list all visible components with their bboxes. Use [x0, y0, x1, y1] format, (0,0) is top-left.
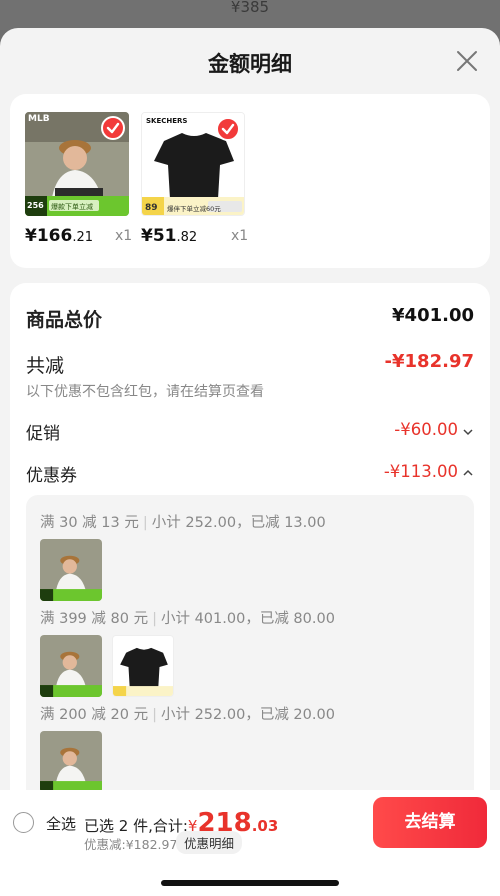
promo-row[interactable]: 促销 -¥60.00 — [10, 413, 490, 445]
total-amount-decimal: .03 — [251, 817, 279, 835]
total-reduce-label: 共减 — [26, 355, 65, 377]
price-decimal: .21 — [72, 230, 94, 245]
coupon-rule-detail: 小计 252.00，已减 20.00 — [160, 707, 335, 723]
separator: | — [152, 707, 157, 723]
product-image: MLB 256 爆款下单立减 — [25, 112, 129, 216]
price-integer: ¥166 — [25, 226, 73, 246]
total-reduce-value: -¥182.97 — [384, 351, 474, 372]
product-image: SKECHERS 89 爆伴下单立减60元 — [141, 112, 245, 216]
product-quantity: x1 — [115, 228, 133, 244]
background-price: ¥385 — [0, 0, 500, 30]
total-price-value: ¥401.00 — [392, 305, 474, 326]
coupon-rule-title: 满 200 减 20 元 — [40, 707, 149, 723]
coupon-rule-title: 满 30 减 13 元 — [40, 515, 139, 531]
coupon-rule-title: 满 399 减 80 元 — [40, 611, 149, 627]
close-icon — [457, 51, 477, 71]
coupon-rule: 满 30 减 13 元 | 小计 252.00，已减 13.00 — [40, 511, 326, 532]
coupon-rule: 满 399 减 80 元 | 小计 401.00，已减 80.00 — [40, 607, 335, 628]
coupon-product-thumb — [40, 539, 102, 601]
checkmark-icon — [106, 122, 120, 134]
coupon-product-thumb — [40, 731, 102, 793]
amount-detail-sheet: 金额明细 MLB 256 爆款下单立减 ¥166.21 x1 SKECHERS … — [0, 28, 500, 896]
coupon-rule: 满 200 减 20 元 | 小计 252.00，已减 20.00 — [40, 703, 335, 724]
total-price-label: 商品总价 — [26, 309, 103, 331]
selected-count-text: 已选 2 件,合计: — [84, 817, 188, 835]
background-price-text: ¥385 — [230, 0, 270, 16]
price-decimal: .82 — [176, 230, 198, 245]
product-item[interactable]: SKECHERS 89 爆伴下单立减60元 ¥51.82 x1 — [141, 112, 251, 246]
close-button[interactable] — [452, 46, 482, 76]
coupon-rule-detail: 小计 252.00，已减 13.00 — [151, 515, 326, 531]
thumb-photo-mlb — [40, 539, 102, 601]
products-card: MLB 256 爆款下单立减 ¥166.21 x1 SKECHERS 89 爆伴… — [10, 94, 490, 268]
coupon-value: -¥113.00 — [383, 462, 458, 481]
discount-summary: 优惠减:¥182.97 — [84, 837, 178, 852]
brand-logo: SKECHERS — [146, 117, 188, 125]
chevron-up-icon — [463, 469, 473, 476]
checkout-bar: 全选 已选 2 件,合计:¥218.03 优惠减:¥182.97 优惠明细 去结… — [0, 790, 500, 896]
separator: | — [152, 611, 157, 627]
product-promo: 爆款下单立减 — [51, 203, 93, 211]
product-price-row: ¥51.82 x1 — [141, 226, 251, 250]
coupon-product-thumb — [112, 635, 174, 697]
sheet-title: 金额明细 — [208, 52, 292, 76]
product-promo: 爆伴下单立减60元 — [167, 205, 221, 213]
coupon-rule-detail: 小计 401.00，已减 80.00 — [160, 611, 335, 627]
discount-detail-button[interactable]: 优惠明细 — [176, 831, 243, 854]
thumb-photo-mlb — [40, 731, 102, 793]
thumb-photo-skechers — [113, 636, 173, 696]
product-price: ¥51.82 — [141, 226, 197, 246]
promo-label: 促销 — [26, 424, 60, 444]
product-badge: 89 — [145, 203, 158, 213]
product-item[interactable]: MLB 256 爆款下单立减 ¥166.21 x1 — [25, 112, 135, 246]
coupon-product-thumb — [40, 635, 102, 697]
product-price-row: ¥166.21 x1 — [25, 226, 135, 250]
brand-logo: MLB — [28, 114, 50, 124]
selected-check-badge — [216, 117, 240, 141]
checkout-button[interactable]: 去结算 — [373, 797, 487, 848]
home-indicator — [161, 880, 339, 886]
product-badge: 256 — [27, 201, 44, 210]
chevron-down-icon — [463, 429, 473, 436]
selected-check-badge — [101, 116, 125, 140]
select-all-radio[interactable] — [13, 812, 34, 833]
product-price: ¥166.21 — [25, 226, 93, 246]
coupon-row[interactable]: 优惠券 -¥113.00 — [10, 455, 490, 487]
coupon-label: 优惠券 — [26, 466, 77, 486]
separator: | — [142, 515, 148, 531]
price-integer: ¥51 — [141, 226, 177, 246]
discount-note: 以下优惠不包含红包，请在结算页查看 — [26, 384, 264, 400]
promo-value: -¥60.00 — [394, 420, 458, 439]
thumb-photo-mlb — [40, 635, 102, 697]
checkmark-icon — [221, 123, 235, 135]
product-quantity: x1 — [231, 228, 249, 244]
select-all-label[interactable]: 全选 — [46, 813, 76, 834]
